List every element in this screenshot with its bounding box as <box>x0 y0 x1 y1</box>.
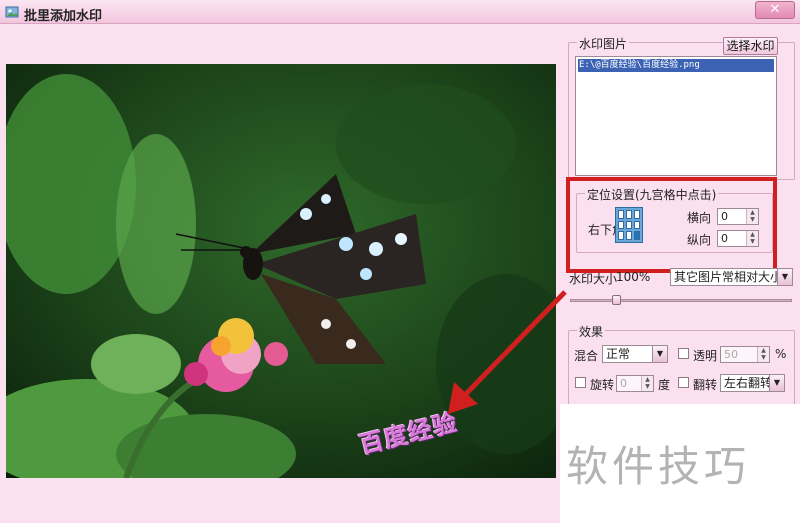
blend-label: 混合 <box>574 349 599 363</box>
chevron-down-icon[interactable]: ▼ <box>769 375 784 391</box>
transparent-value: 50 <box>724 348 738 361</box>
chevron-down-icon[interactable]: ▼ <box>652 346 667 362</box>
list-item[interactable]: E:\@百度经验\百度经验.png <box>578 59 774 72</box>
transparent-input[interactable]: 50 ▲ ▼ <box>720 346 770 363</box>
spin-arrows-icon[interactable]: ▲ ▼ <box>641 376 653 391</box>
rotate-checkbox[interactable] <box>575 377 586 388</box>
blend-value: 正常 <box>606 347 631 361</box>
rotate-label: 旋转 <box>590 378 615 392</box>
flip-select[interactable]: 左右翻转 ▼ <box>720 374 785 392</box>
watermark-image-title: 水印图片 <box>577 35 630 52</box>
percent-sign: % <box>775 347 787 361</box>
size-label: 水印大小 <box>569 272 618 286</box>
rotate-value: 0 <box>620 377 627 390</box>
transparent-checkbox[interactable] <box>678 348 689 359</box>
select-watermark-button[interactable]: 选择水印 <box>723 37 778 55</box>
degree-label: 度 <box>658 378 671 392</box>
size-mode-value: 其它图片常相对大小 <box>674 270 783 284</box>
flip-label: 翻转 <box>693 378 718 392</box>
size-slider-track[interactable] <box>570 299 792 302</box>
close-button[interactable]: ✕ <box>755 1 795 19</box>
watermark-file-list[interactable]: E:\@百度经验\百度经验.png <box>575 56 777 176</box>
size-mode-select[interactable]: 其它图片常相对大小 ▼ <box>670 268 793 286</box>
effects-group-title: 效果 <box>577 323 606 340</box>
transparent-label: 透明 <box>693 349 718 363</box>
flip-value: 左右翻转 <box>724 376 773 390</box>
blend-select[interactable]: 正常 ▼ <box>602 345 668 363</box>
app-icon <box>5 6 19 18</box>
size-percent: 100% <box>616 270 651 284</box>
window-title: 批里添加水印 <box>24 9 103 24</box>
size-slider-thumb[interactable] <box>612 295 621 305</box>
spin-arrows-icon[interactable]: ▲ ▼ <box>757 347 769 362</box>
title-bar: 批里添加水印 ✕ <box>0 0 800 24</box>
highlight-box <box>566 177 777 273</box>
annotation-arrow <box>448 290 567 414</box>
effects-group: 效果 <box>568 323 795 405</box>
flip-checkbox[interactable] <box>678 377 689 388</box>
site-watermark: 软件技巧 <box>566 442 751 491</box>
rotate-input[interactable]: 0 ▲ ▼ <box>616 375 654 392</box>
chevron-down-icon[interactable]: ▼ <box>777 269 792 285</box>
